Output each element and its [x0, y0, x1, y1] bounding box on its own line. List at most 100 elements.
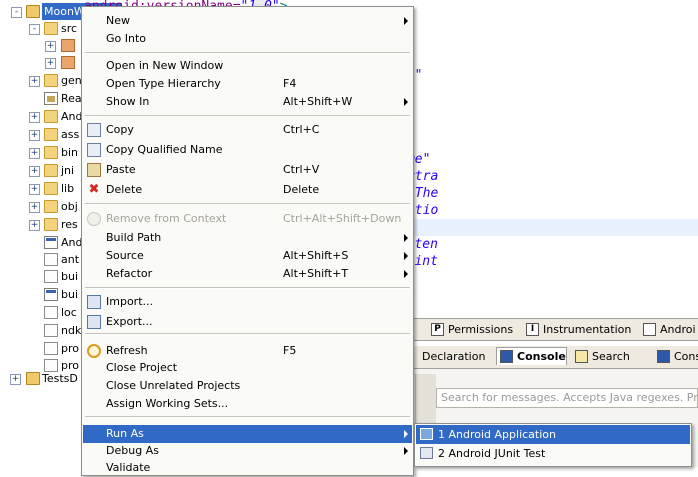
- menu-item-go-into[interactable]: Go Into: [83, 30, 412, 48]
- menu-item-shortcut: Alt+Shift+S: [283, 249, 349, 262]
- folder-icon: [44, 128, 58, 141]
- menu-item-copy-qualified-name[interactable]: Copy Qualified Name: [83, 141, 412, 159]
- submenu-item-1-android-application[interactable]: 1 Android Application: [416, 425, 690, 444]
- menu-item-build-path[interactable]: Build Path: [83, 229, 412, 247]
- menu-separator: [85, 287, 410, 289]
- project-icon: [26, 372, 40, 385]
- submenu-arrow-icon: [404, 234, 408, 242]
- folder-icon: [44, 110, 58, 123]
- menu-separator: [85, 333, 410, 335]
- folder-icon: [44, 200, 58, 213]
- menu-separator: [85, 52, 410, 54]
- xml-file-icon: [44, 288, 58, 301]
- file-icon: [44, 324, 58, 337]
- expand-toggle-icon[interactable]: +: [45, 58, 56, 69]
- tab-declaration[interactable]: Declaration: [420, 348, 485, 365]
- menu-item-open-type-hierarchy[interactable]: Open Type Hierarchy F4: [83, 75, 412, 93]
- menu-item-label: Validate: [106, 461, 151, 474]
- expand-toggle-icon[interactable]: +: [29, 130, 40, 141]
- tab-label: Instrumentation: [543, 323, 632, 336]
- menu-item-debug-as[interactable]: Debug As: [83, 442, 412, 460]
- menu-item-run-as[interactable]: Run As: [83, 425, 412, 443]
- menu-item-shortcut: F4: [283, 77, 297, 90]
- menu-item-label: Delete: [106, 183, 143, 196]
- tab-search[interactable]: Search: [572, 348, 630, 365]
- submenu-arrow-icon: [404, 98, 408, 106]
- export-icon: [87, 315, 101, 329]
- java-file-icon: [44, 92, 58, 105]
- tab-icon: I: [526, 323, 539, 336]
- tab-console[interactable]: Console: [496, 347, 567, 365]
- tree-item-label: bui: [61, 270, 79, 283]
- console-icon: [500, 350, 513, 363]
- menu-item-close-project[interactable]: Close Project: [83, 359, 412, 377]
- expand-toggle-icon[interactable]: +: [10, 374, 21, 385]
- file-icon: [44, 253, 58, 266]
- xml-file-icon: [44, 236, 58, 249]
- menu-separator: [85, 203, 410, 205]
- menu-item-open-in-new-window[interactable]: Open in New Window: [83, 57, 412, 75]
- menu-item-refresh[interactable]: Refresh F5: [83, 342, 412, 360]
- menu-item-label: Build Path: [106, 231, 162, 244]
- collapse-toggle-icon[interactable]: -: [11, 7, 22, 18]
- menu-item-close-unrelated-projects[interactable]: Close Unrelated Projects: [83, 377, 412, 395]
- menu-item-label: Debug As: [106, 444, 159, 457]
- tree-item-label: gen: [61, 74, 82, 87]
- menu-item-source[interactable]: Source Alt+Shift+S: [83, 247, 412, 265]
- expand-toggle-icon[interactable]: +: [29, 148, 40, 159]
- tree-item-label: ant: [61, 253, 80, 266]
- menu-item-new[interactable]: New: [83, 12, 412, 30]
- menu-item-shortcut: Delete: [283, 183, 320, 196]
- menu-item-label: Source: [106, 249, 144, 262]
- menu-item-paste[interactable]: Paste Ctrl+V: [83, 161, 412, 179]
- expand-toggle-icon[interactable]: +: [29, 184, 40, 195]
- submenu-item-2-android-junit-test[interactable]: 2 Android JUnit Test: [416, 444, 690, 463]
- menu-item-label: Refresh: [106, 344, 148, 357]
- tab-icon: P: [431, 323, 444, 336]
- submenu-arrow-icon: [404, 430, 408, 438]
- package-icon: [61, 56, 75, 69]
- menu-item-label: Copy Qualified Name: [106, 143, 223, 156]
- menu-item-shortcut: Ctrl+V: [283, 163, 320, 176]
- tree-item-label: lib: [61, 182, 75, 195]
- tree-item-label: TestsD: [42, 372, 78, 385]
- tree-item-label: obj: [61, 200, 78, 213]
- menu-item-copy[interactable]: Copy Ctrl+C: [83, 121, 412, 139]
- menu-item-shortcut: Alt+Shift+T: [283, 267, 349, 280]
- console-search-input[interactable]: Search for messages. Accepts Java regexe…: [436, 388, 698, 408]
- menu-item-show-in[interactable]: Show In Alt+Shift+W: [83, 93, 412, 111]
- tab-console[interactable]: Console: [654, 348, 698, 365]
- folder-icon: [44, 218, 58, 231]
- menu-item-label: Import...: [106, 295, 153, 308]
- folder-icon: [44, 164, 58, 177]
- tab-androi[interactable]: Androi: [640, 321, 696, 338]
- file-icon: [44, 270, 58, 283]
- menu-item-assign-working-sets[interactable]: Assign Working Sets...: [83, 395, 412, 413]
- menu-item-import[interactable]: Import...: [83, 293, 412, 311]
- tree-item-label: pro: [61, 342, 79, 355]
- expand-toggle-icon[interactable]: +: [29, 166, 40, 177]
- expand-toggle-icon[interactable]: +: [29, 112, 40, 123]
- collapse-toggle-icon[interactable]: -: [29, 24, 40, 35]
- tab-label: Permissions: [448, 323, 514, 336]
- copy-qualified-icon: [87, 143, 101, 157]
- tab-instrumentation[interactable]: I Instrumentation: [523, 321, 631, 338]
- expand-toggle-icon[interactable]: +: [45, 41, 56, 52]
- expand-toggle-icon[interactable]: +: [29, 220, 40, 231]
- menu-item-validate[interactable]: Validate: [83, 459, 412, 477]
- expand-toggle-icon[interactable]: +: [29, 76, 40, 87]
- tab-label: Console: [674, 350, 698, 363]
- submenu-arrow-icon: [404, 270, 408, 278]
- tab-permissions[interactable]: P Permissions: [428, 321, 513, 338]
- expand-toggle-icon[interactable]: +: [29, 202, 40, 213]
- run-as-submenu: 1 Android Application 2 Android JUnit Tes…: [414, 423, 692, 467]
- menu-item-label: Paste: [106, 163, 136, 176]
- menu-item-label: Remove from Context: [106, 212, 227, 225]
- tab-label: Declaration: [422, 350, 486, 363]
- tab-icon: [643, 323, 656, 336]
- menu-item-shortcut: F5: [283, 344, 297, 357]
- menu-item-delete[interactable]: ✖ Delete Delete: [83, 181, 412, 199]
- menu-separator: [85, 416, 410, 418]
- menu-item-export[interactable]: Export...: [83, 313, 412, 331]
- menu-item-refactor[interactable]: Refactor Alt+Shift+T: [83, 265, 412, 283]
